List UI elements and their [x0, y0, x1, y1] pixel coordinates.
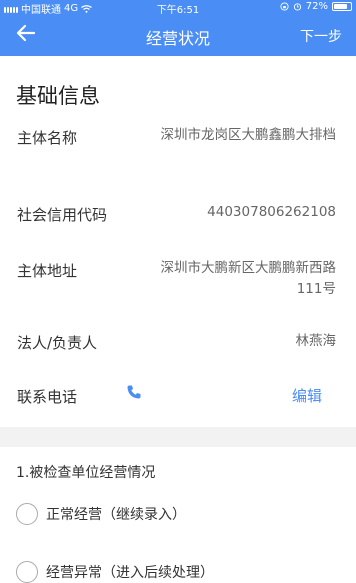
credit-code-label: 社会信用代码 — [17, 206, 108, 224]
subject-name-value: 深圳市龙岗区大鹏鑫鹏大排档 — [160, 127, 337, 143]
alarm-icon — [293, 3, 301, 11]
nav-bar: 经营状况 下一步 — [0, 14, 356, 56]
option-abnormal-label: 经营异常（进入后续处理） — [46, 565, 214, 581]
battery-icon — [332, 2, 352, 11]
basic-info-title: 基础信息 — [16, 84, 100, 108]
option-abnormal[interactable]: 经营异常（进入后续处理） — [16, 561, 214, 583]
subject-name-label: 主体名称 — [17, 129, 78, 147]
battery-percent: 72% — [305, 1, 328, 12]
status-bar: 中国联通 4G 下午6:51 72% — [0, 0, 356, 16]
phone-icon[interactable] — [126, 384, 142, 400]
section-divider — [0, 427, 356, 447]
radio-abnormal[interactable] — [16, 561, 38, 583]
option-normal-label: 正常经营（继续录入） — [46, 507, 186, 523]
address-label: 主体地址 — [17, 262, 78, 280]
option-normal[interactable]: 正常经营（继续录入） — [16, 503, 186, 525]
legal-person-value: 林燕海 — [295, 333, 337, 349]
next-step-button[interactable]: 下一步 — [300, 26, 342, 46]
radio-normal[interactable] — [16, 503, 38, 525]
phone-label: 联系电话 — [17, 388, 78, 406]
orientation-lock-icon — [280, 2, 289, 11]
address-value: 深圳市大鹏新区大鹏鹏新西路111号 — [160, 260, 337, 297]
business-status-question: 1.被检查单位经营情况 — [16, 465, 156, 481]
status-right: 72% — [280, 1, 352, 12]
edit-button[interactable]: 编辑 — [292, 385, 322, 406]
credit-code-value: 440307806262108 — [207, 204, 336, 220]
legal-person-label: 法人/负责人 — [17, 334, 98, 352]
